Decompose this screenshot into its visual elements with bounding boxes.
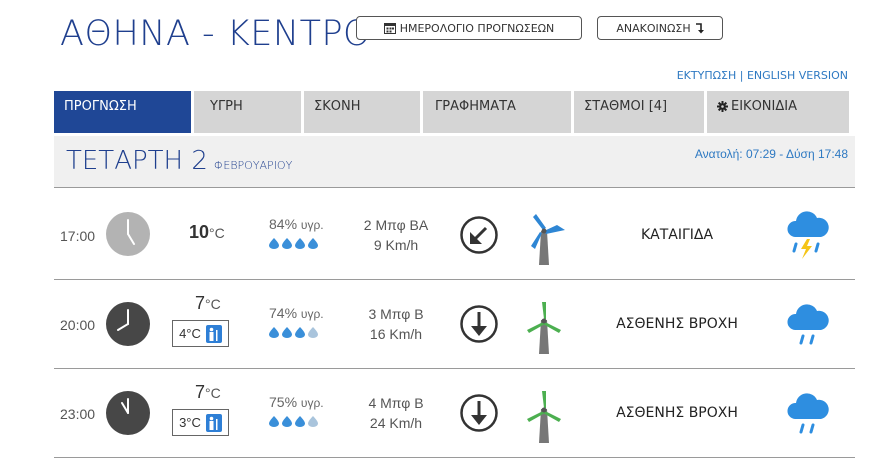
humidity-value: 84%	[269, 216, 298, 232]
wind-speed: 24 Km/h	[369, 415, 423, 431]
clock-icon	[106, 302, 150, 346]
rain-cloud-icon	[787, 393, 829, 434]
link-separator: |	[736, 69, 747, 82]
announcement-button[interactable]: ΑΝΑΚΟΙΝΩΣΗ	[597, 16, 723, 40]
weather-condition: ΚΑΤΑΙΓΙΔΑ	[640, 227, 714, 243]
row-time: 20:00	[60, 317, 96, 333]
drop-icon	[282, 416, 292, 427]
tab-icons-label: ΕΙΚΟΝΙΔΙΑ	[731, 99, 797, 114]
weather-condition: ΑΣΘΕΝΗΣ ΒΡΟΧΗ	[616, 316, 738, 332]
wind-turbine-icon	[527, 302, 561, 354]
humidity-value: 74%	[269, 305, 298, 321]
forecast-row: 20:00 7°C 4°C 74% υγρ. 3 Μπφ Β 16 Km/h Α…	[54, 280, 855, 369]
wind: 2 Μπφ ΒΑ 9 Km/h	[351, 215, 441, 255]
wind-speed: 9 Km/h	[373, 237, 419, 253]
humidity: 74% υγρ.	[269, 305, 324, 321]
tab-stations[interactable]: ΣΤΑΘΜΟΙ [4]	[574, 91, 704, 133]
wind-direction-icon	[460, 216, 498, 254]
temperature-unit: °C	[209, 225, 225, 241]
forecast-row: 17:00 10°C 84% υγρ. 2 Μπφ ΒΑ 9 Km/h ΚΑΤΑ…	[54, 191, 855, 280]
person-icon	[205, 413, 222, 432]
humidity: 75% υγρ.	[269, 394, 324, 410]
humidity-unit: υγρ.	[300, 218, 324, 232]
wind-beaufort: 2 Μπφ ΒΑ	[363, 217, 429, 233]
calendar-icon	[383, 23, 396, 34]
humidity-drops	[269, 327, 318, 338]
top-links: ΕΚΤΥΠΩΣΗ | ENGLISH VERSION	[677, 69, 848, 82]
clock-icon	[106, 391, 150, 435]
wind-turbine-icon	[527, 391, 561, 443]
drop-icon	[295, 327, 305, 338]
humidity-unit: υγρ.	[300, 307, 324, 321]
humidity-drops	[269, 238, 318, 249]
wind-beaufort: 3 Μπφ Β	[368, 306, 424, 322]
row-time: 17:00	[60, 228, 96, 244]
humidity-value: 75%	[269, 394, 298, 410]
wind-turbine-icon	[531, 214, 565, 265]
tab-dust[interactable]: ΣΚΟΝΗ	[304, 91, 420, 133]
drop-icon	[308, 238, 318, 249]
storm-cloud-icon	[787, 211, 829, 259]
person-icon	[205, 324, 222, 343]
drop-icon	[308, 327, 318, 338]
drop-icon	[269, 238, 279, 249]
wind-beaufort: 4 Μπφ Β	[368, 395, 424, 411]
rain-cloud-icon	[787, 304, 829, 345]
drop-icon	[269, 416, 279, 427]
humidity-drops	[269, 416, 318, 427]
calendar-button-label: ΗΜΕΡΟΛΟΓΙΟ ΠΡΟΓΝΩΣΕΩΝ	[399, 21, 555, 35]
temperature: 10°C	[189, 222, 225, 243]
day-title: ΤΕΤΑΡΤΗ 2 ΦΕΒΡΟΥΑΡΙΟΥ	[66, 146, 292, 176]
announcement-button-label: ΑΝΑΚΟΙΝΩΣΗ	[616, 21, 691, 35]
temperature-unit: °C	[205, 385, 221, 401]
day-header: ΤΕΤΑΡΤΗ 2 ΦΕΒΡΟΥΑΡΙΟΥ Ανατολή: 07:29 - Δύ…	[54, 136, 855, 188]
wind-direction-icon	[460, 394, 498, 432]
drop-icon	[295, 416, 305, 427]
forecast-calendar-button[interactable]: ΗΜΕΡΟΛΟΓΙΟ ΠΡΟΓΝΩΣΕΩΝ	[356, 16, 582, 40]
gear-icon	[717, 101, 728, 112]
drop-icon	[269, 327, 279, 338]
tab-forecast[interactable]: ΠΡΟΓΝΩΣΗ	[54, 91, 191, 133]
temperature: 7°C	[195, 382, 221, 403]
day-name: ΤΕΤΑΡΤΗ 2	[66, 146, 208, 176]
feels-like-box: 4°C	[172, 320, 229, 347]
drop-icon	[282, 327, 292, 338]
wind-direction-icon	[460, 305, 498, 343]
tab-icons[interactable]: ΕΙΚΟΝΙΔΙΑ	[707, 91, 849, 133]
sunrise-sunset: Ανατολή: 07:29 - Δύση 17:48	[694, 147, 848, 161]
feels-like-value: 4°C	[179, 326, 201, 341]
wind: 3 Μπφ Β 16 Km/h	[351, 304, 441, 344]
weather-condition: ΑΣΘΕΝΗΣ ΒΡΟΧΗ	[616, 405, 738, 421]
humidity: 84% υγρ.	[269, 216, 324, 232]
day-month: ΦΕΒΡΟΥΑΡΙΟΥ	[213, 159, 293, 172]
print-link[interactable]: ΕΚΤΥΠΩΣΗ	[677, 69, 737, 82]
temperature: 7°C	[195, 293, 221, 314]
download-arrow-icon	[695, 22, 704, 33]
tab-bar: ΠΡΟΓΝΩΣΗ ΥΓΡΗ ΣΚΟΝΗ ΓΡΑΦΗΜΑΤΑ ΣΤΑΘΜΟΙ [4…	[54, 91, 855, 133]
feels-like-value: 3°C	[179, 415, 201, 430]
temperature-value: 10	[189, 222, 210, 242]
tab-charts[interactable]: ΓΡΑΦΗΜΑΤΑ	[423, 91, 571, 133]
feels-like-box: 3°C	[172, 409, 229, 436]
drop-icon	[308, 416, 318, 427]
temperature-unit: °C	[205, 296, 221, 312]
english-version-link[interactable]: ENGLISH VERSION	[747, 69, 848, 82]
drop-icon	[282, 238, 292, 249]
forecast-row: 23:00 7°C 3°C 75% υγρ. 4 Μπφ Β 24 Km/h Α…	[54, 369, 855, 458]
temperature-value: 7	[195, 293, 206, 313]
drop-icon	[295, 238, 305, 249]
tab-moisture[interactable]: ΥΓΡΗ	[194, 91, 301, 133]
city-title: ΑΘΗΝΑ - ΚΕΝΤΡΟ	[60, 14, 372, 54]
humidity-unit: υγρ.	[300, 396, 324, 410]
clock-icon	[106, 212, 150, 256]
wind-speed: 16 Km/h	[369, 326, 423, 342]
temperature-value: 7	[195, 382, 206, 402]
row-time: 23:00	[60, 406, 96, 422]
wind: 4 Μπφ Β 24 Km/h	[351, 393, 441, 433]
